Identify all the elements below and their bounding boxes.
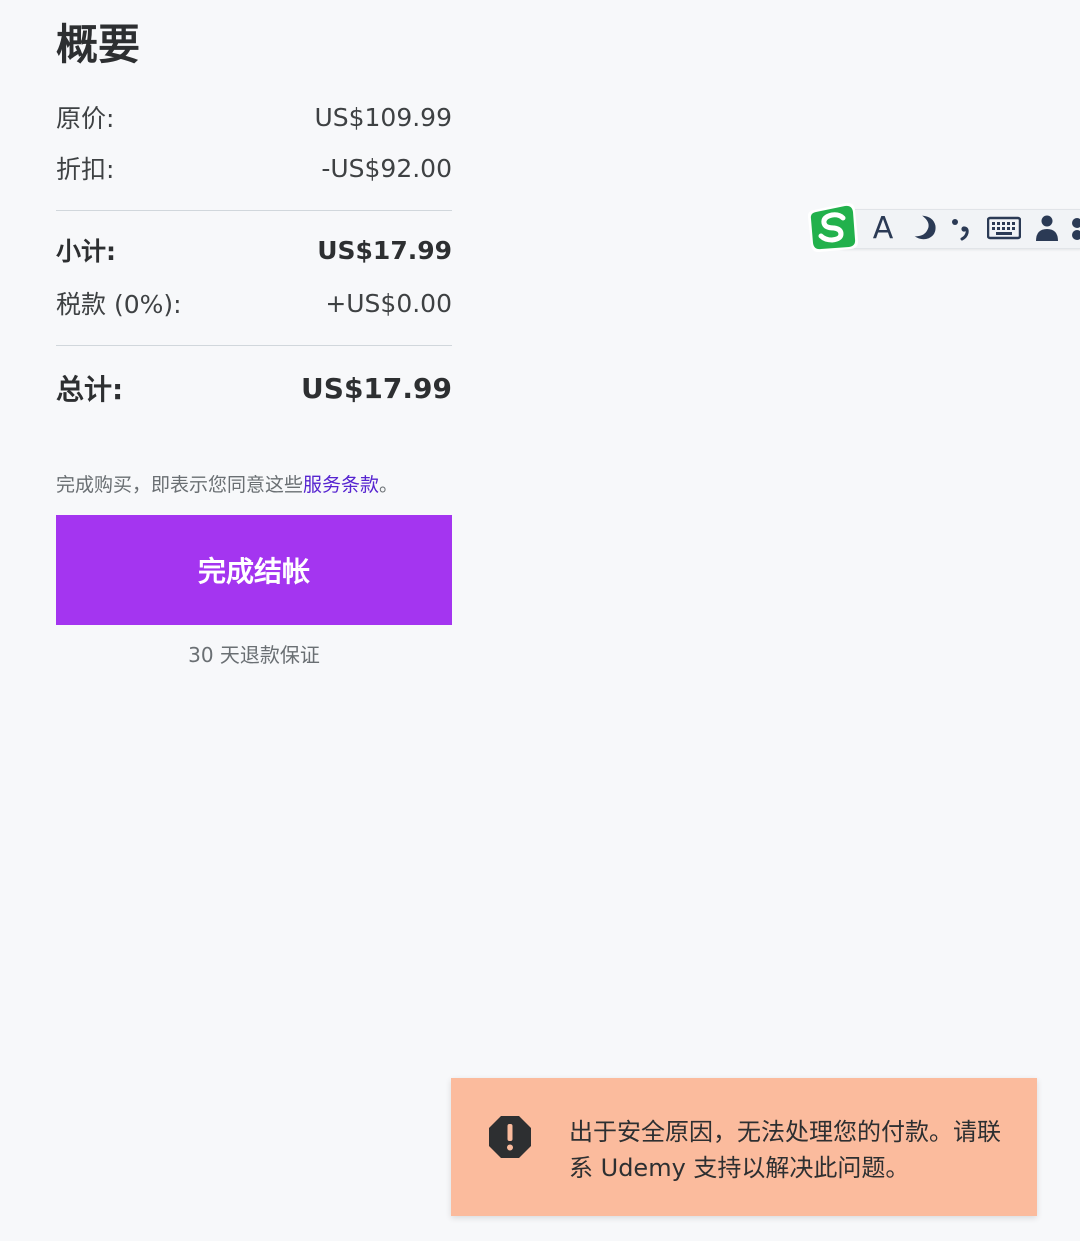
- original-price-value: US$109.99: [314, 102, 452, 132]
- text-mode-icon[interactable]: A: [868, 210, 898, 246]
- user-icon[interactable]: [1034, 212, 1060, 244]
- text-mode-letter: A: [872, 210, 894, 246]
- subtotal-value: US$17.99: [317, 235, 452, 265]
- discount-label: 折扣:: [56, 155, 115, 184]
- terms-of-service-link[interactable]: 服务条款: [303, 474, 379, 496]
- terms-notice: 完成购买，即表示您同意这些服务条款。: [56, 470, 452, 500]
- ime-toolbar: A: [807, 200, 1080, 253]
- original-price-label: 原价:: [56, 104, 115, 133]
- divider: [56, 210, 452, 211]
- discount-row: 折扣: -US$92.00: [56, 148, 452, 188]
- alert-octagon-icon: [487, 1114, 533, 1160]
- discount-value: -US$92.00: [321, 153, 452, 183]
- keyboard-icon[interactable]: [986, 212, 1022, 244]
- tax-row: 税款 (0%): +US$0.00: [56, 283, 452, 323]
- subtotal-row: 小计: US$17.99: [56, 230, 452, 270]
- total-row: 总计: US$17.99: [56, 368, 452, 408]
- payment-error-toast: 出于安全原因，无法处理您的付款。请联系 Udemy 支持以解决此问题。: [451, 1078, 1037, 1216]
- toast-message: 出于安全原因，无法处理您的付款。请联系 Udemy 支持以解决此问题。: [569, 1118, 1001, 1182]
- divider: [56, 345, 452, 346]
- total-label: 总计:: [56, 373, 124, 406]
- punctuation-icon[interactable]: [948, 212, 972, 244]
- skin-icon[interactable]: [1068, 212, 1080, 244]
- subtotal-label: 小计:: [56, 237, 116, 266]
- total-value: US$17.99: [301, 371, 452, 405]
- sogou-logo-icon[interactable]: [807, 200, 859, 253]
- terms-suffix: 。: [379, 474, 399, 496]
- terms-prefix: 完成购买，即表示您同意这些: [56, 474, 304, 496]
- original-price-row: 原价: US$109.99: [56, 97, 452, 137]
- moon-icon[interactable]: [908, 212, 940, 244]
- complete-checkout-button[interactable]: 完成结帐: [56, 515, 452, 625]
- tax-label: 税款 (0%):: [56, 290, 182, 319]
- money-back-guarantee: 30 天退款保证: [188, 643, 320, 667]
- summary-title: 概要: [56, 20, 141, 69]
- tax-value: +US$0.00: [325, 288, 452, 318]
